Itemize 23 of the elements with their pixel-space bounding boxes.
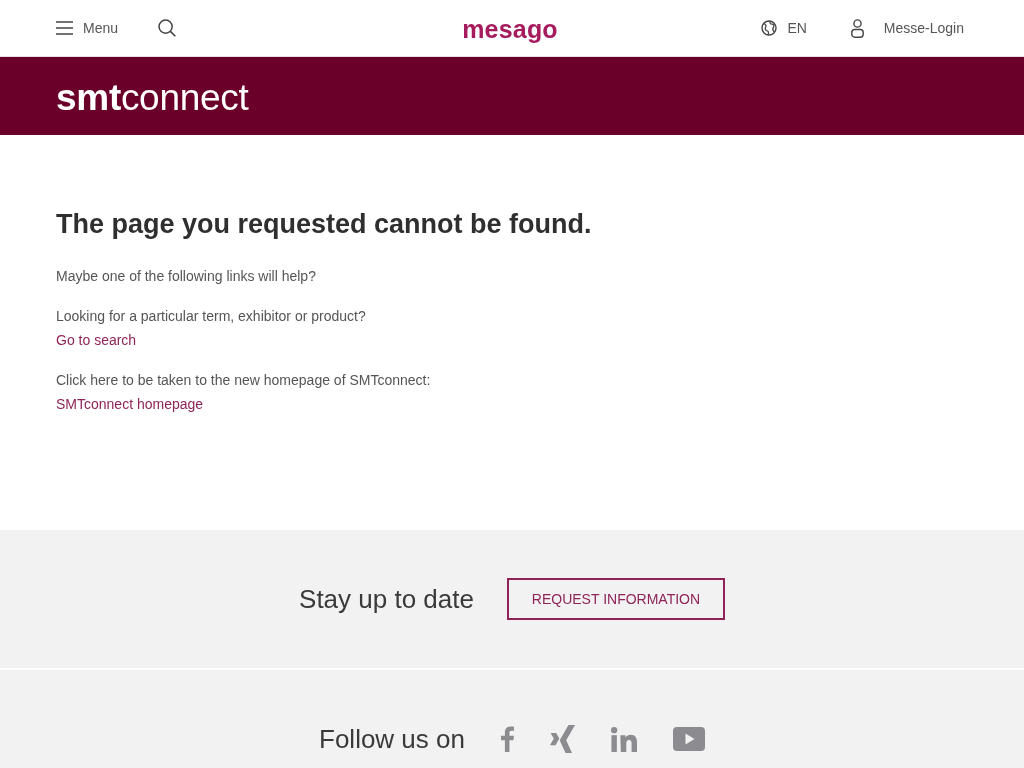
- youtube-icon[interactable]: [673, 727, 705, 751]
- event-logo[interactable]: smtconnect: [56, 78, 249, 116]
- login-button[interactable]: Messe-Login: [850, 18, 964, 38]
- menu-button[interactable]: Menu: [56, 20, 119, 36]
- request-information-button[interactable]: REQUEST INFORMATION: [506, 578, 725, 620]
- facebook-icon[interactable]: [501, 726, 514, 752]
- body-text: Click here to be taken to the new homepage of SMTconnect:: [56, 371, 431, 390]
- body-text: Maybe one of the following links will help?: [56, 267, 316, 286]
- page-heading: The page you requested cannot be found.: [56, 208, 592, 241]
- xing-icon[interactable]: [550, 725, 575, 753]
- section-title: Follow us on: [319, 723, 465, 755]
- search-button[interactable]: [158, 19, 177, 37]
- language-button[interactable]: EN: [761, 20, 807, 36]
- text-link[interactable]: SMTconnect homepage: [56, 392, 204, 416]
- menu-icon: [56, 21, 73, 35]
- linkedin-icon[interactable]: [611, 726, 637, 752]
- globe-icon: [761, 20, 778, 36]
- brand-logo[interactable]: mesago: [462, 12, 558, 44]
- user-icon: [850, 18, 864, 38]
- text-link[interactable]: Go to search: [56, 328, 137, 352]
- body-text: Looking for a particular term, exhibitor or product?: [56, 307, 366, 326]
- search-icon: [158, 19, 177, 37]
- section-title: Stay up to date: [299, 583, 474, 615]
